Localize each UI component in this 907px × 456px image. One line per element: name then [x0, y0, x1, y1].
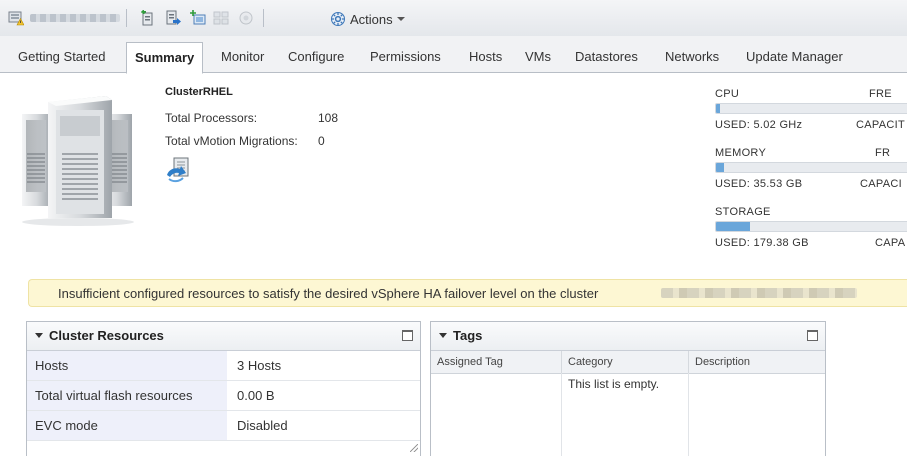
cpu-usage-bar	[715, 103, 907, 114]
evc-mode-key: EVC mode	[27, 411, 227, 440]
tags-portlet: Tags Assigned Tag Category Description T…	[430, 321, 826, 456]
tab-datastores[interactable]: Datastores	[567, 44, 646, 71]
memory-used-value: USED: 35.53 GB	[715, 178, 803, 190]
new-resource-pool-icon[interactable]	[238, 10, 254, 26]
collapse-caret-icon[interactable]	[35, 333, 43, 338]
memory-usage-bar	[715, 162, 907, 173]
memory-usage-fill	[716, 163, 724, 172]
vmotion-migrations-label: Total vMotion Migrations:	[165, 134, 298, 148]
storage-capacity-label: CAPA	[875, 237, 906, 249]
tab-configure[interactable]: Configure	[280, 44, 352, 71]
actions-menu-button[interactable]: Actions	[330, 10, 405, 28]
storage-usage-fill	[716, 222, 750, 231]
add-host-icon[interactable]	[140, 10, 156, 26]
evc-mode-value: Disabled	[237, 418, 288, 433]
storage-used-value: USED: 179.38 GB	[715, 237, 809, 249]
column-header-description[interactable]: Description	[689, 351, 825, 373]
total-processors-value: 108	[318, 111, 339, 125]
column-divider	[561, 373, 562, 456]
cpu-label: CPU	[715, 88, 740, 100]
tab-monitor[interactable]: Monitor	[213, 44, 272, 71]
table-row: Total virtual flash resources 0.00 B	[27, 381, 420, 411]
tab-summary[interactable]: Summary	[126, 42, 204, 74]
object-toolbar: Actions	[0, 0, 907, 37]
tab-update-manager[interactable]: Update Manager	[738, 44, 851, 71]
tab-vms[interactable]: VMs	[517, 44, 559, 71]
collapse-caret-icon[interactable]	[439, 333, 447, 338]
cluster-servers-image	[22, 96, 134, 226]
memory-label: MEMORY	[715, 147, 767, 159]
tab-getting-started[interactable]: Getting Started	[10, 44, 113, 71]
memory-capacity-label: CAPACI	[860, 178, 902, 190]
storage-usage-bar	[715, 221, 907, 232]
hosts-value: 3 Hosts	[237, 358, 282, 373]
total-processors-label: Total Processors:	[165, 111, 258, 125]
actions-label: Actions	[350, 11, 393, 27]
tab-hosts[interactable]: Hosts	[461, 44, 510, 71]
storage-label: STORAGE	[715, 206, 771, 218]
maximize-icon[interactable]	[807, 330, 818, 341]
column-divider	[688, 373, 689, 456]
cluster-warning-icon	[8, 11, 24, 26]
cluster-resources-title: Cluster Resources	[49, 328, 164, 343]
virtual-flash-key: Total virtual flash resources	[27, 381, 227, 410]
table-row: EVC mode Disabled	[27, 411, 420, 441]
cluster-resources-header: Cluster Resources	[27, 322, 420, 351]
chevron-down-icon	[396, 17, 405, 21]
tab-bar: Getting Started Summary Monitor Configur…	[0, 36, 907, 74]
column-header-category[interactable]: Category	[562, 351, 689, 373]
hosts-key: Hosts	[27, 351, 227, 380]
ha-warning-banner: Insufficient configured resources to sat…	[28, 279, 907, 307]
toolbar-separator	[263, 9, 264, 27]
new-virtual-machine-icon[interactable]	[190, 10, 206, 26]
tab-permissions[interactable]: Permissions	[362, 44, 449, 71]
table-row: Hosts 3 Hosts	[27, 351, 420, 381]
tags-grid-header: Assigned Tag Category Description	[431, 351, 825, 374]
cluster-name-redacted	[661, 288, 857, 298]
cluster-name: ClusterRHEL	[165, 86, 233, 98]
maximize-icon[interactable]	[402, 330, 413, 341]
cpu-used-value: USED: 5.02 GHz	[715, 119, 803, 131]
memory-free-label: FR	[875, 147, 891, 159]
cluster-resources-portlet: Cluster Resources Hosts 3 Hosts Total vi…	[26, 321, 421, 456]
tags-title: Tags	[453, 328, 483, 343]
column-header-assigned-tag[interactable]: Assigned Tag	[431, 351, 562, 373]
gear-icon	[331, 12, 345, 26]
move-hosts-into-cluster-icon[interactable]	[165, 10, 181, 26]
vmotion-icon[interactable]	[165, 157, 195, 183]
cpu-capacity-label: CAPACIT	[856, 119, 905, 131]
tags-header: Tags	[431, 322, 825, 351]
new-vapp-icon[interactable]	[213, 10, 229, 26]
cpu-usage-fill	[716, 104, 720, 113]
tab-networks[interactable]: Networks	[657, 44, 727, 71]
ha-warning-text: Insufficient configured resources to sat…	[58, 286, 599, 301]
cpu-free-label: FRE	[869, 88, 892, 100]
tags-empty-message: This list is empty.	[568, 377, 660, 391]
virtual-flash-value: 0.00 B	[237, 388, 275, 403]
toolbar-separator	[126, 9, 127, 27]
object-name-redacted	[30, 14, 120, 22]
resize-grip-icon[interactable]	[410, 444, 418, 452]
vmotion-migrations-value: 0	[318, 134, 325, 148]
